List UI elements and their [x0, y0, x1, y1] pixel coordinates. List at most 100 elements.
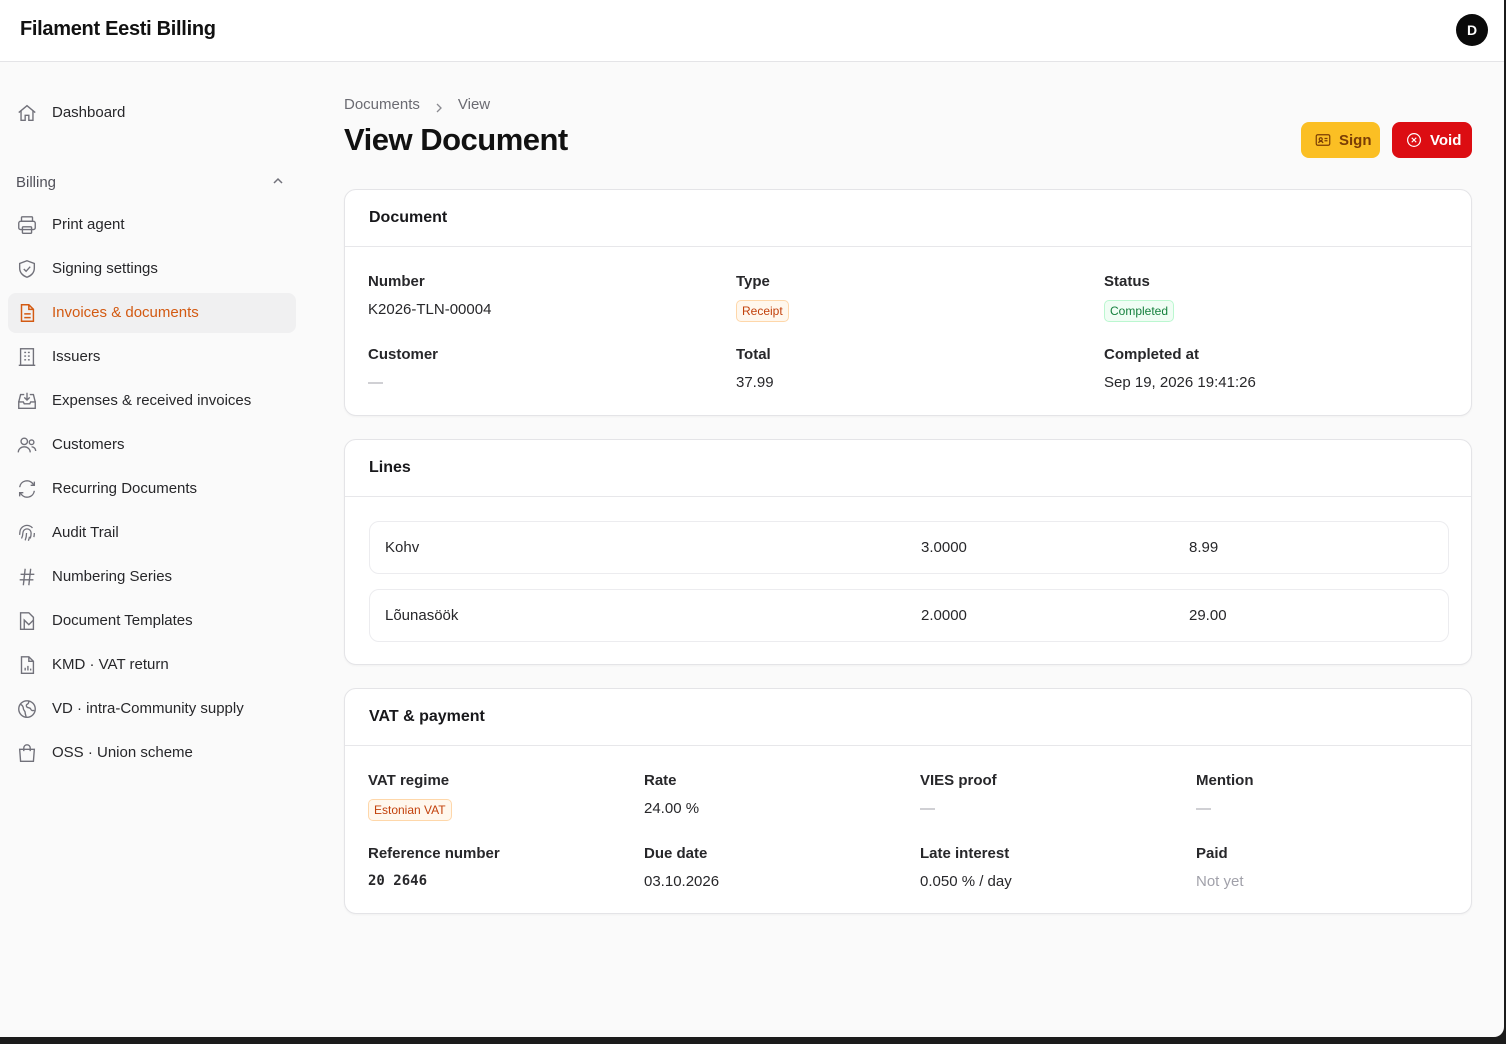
field-label: VIES proof [920, 772, 997, 789]
sign-button[interactable]: Sign [1301, 122, 1380, 158]
field-reference-number: Reference number 20 2646 [368, 845, 500, 889]
field-due-date: Due date 03.10.2026 [644, 845, 719, 890]
id-card-icon [1315, 134, 1331, 146]
field-value: Not yet [1196, 873, 1244, 890]
shopping-bag-icon [16, 742, 38, 764]
app-title[interactable]: Filament Eesti Billing [20, 18, 216, 41]
sidebar-item-issuers[interactable]: Issuers [8, 337, 296, 377]
sidebar-item-label: KMD · VAT return [52, 656, 169, 673]
sidebar-item-signing-settings[interactable]: Signing settings [8, 249, 296, 289]
list-item[interactable]: Kohv 3.0000 8.99 [369, 521, 1449, 574]
sidebar-item-expenses[interactable]: Expenses & received invoices [8, 381, 296, 421]
line-name: Kohv [385, 539, 420, 556]
sidebar-item-document-templates[interactable]: Document Templates [8, 601, 296, 641]
breadcrumb-current: View [457, 96, 491, 113]
field-value: — [920, 800, 935, 817]
sidebar-item-vd-intra-community[interactable]: VD · intra-Community supply [8, 689, 296, 729]
x-circle-icon [1407, 133, 1421, 147]
line-name: Lõunasöök [385, 607, 459, 624]
sidebar-item-oss-union-scheme[interactable]: OSS · Union scheme [8, 733, 296, 773]
sidebar-item-kmd-vat-return[interactable]: KMD · VAT return [8, 645, 296, 685]
type-badge: Receipt [736, 300, 789, 322]
top-bar: Filament Eesti Billing D [0, 0, 1504, 62]
field-value: 20 2646 [368, 873, 428, 889]
field-value: — [368, 374, 383, 391]
field-value: 24.00 % [644, 800, 700, 817]
vat-regime-badge: Estonian VAT [368, 799, 452, 821]
field-value: 0.050 % / day [920, 873, 1012, 890]
field-label: Mention [1196, 772, 1254, 789]
field-mention: Mention — [1196, 772, 1254, 817]
field-value: 37.99 [736, 374, 774, 391]
field-value: 03.10.2026 [644, 873, 720, 890]
sidebar-item-label: Invoices & documents [52, 304, 199, 321]
inbox-download-icon [16, 390, 38, 412]
refresh-icon [16, 478, 38, 500]
sidebar-item-label: Audit Trail [52, 524, 119, 541]
sidebar-item-numbering-series[interactable]: Numbering Series [8, 557, 296, 597]
field-label: Status [1104, 273, 1150, 290]
field-completed-at: Completed at Sep 19, 2026 19:41:26 [1104, 346, 1256, 391]
field-number: Number K2026-TLN-00004 [368, 273, 491, 318]
field-rate: Rate 24.00 % [644, 772, 699, 817]
avatar[interactable]: D [1456, 14, 1488, 46]
field-label: Paid [1196, 845, 1228, 862]
field-value: K2026-TLN-00004 [368, 301, 492, 318]
status-badge: Completed [1104, 300, 1175, 322]
chevron-right-icon [434, 100, 444, 112]
chevron-up-icon[interactable] [270, 173, 286, 189]
printer-icon [16, 214, 38, 236]
document-icon [16, 302, 38, 324]
sidebar-item-label: Print agent [52, 216, 125, 233]
breadcrumb: Documents View [344, 96, 490, 113]
field-label: VAT regime [368, 772, 450, 789]
sidebar-item-recurring-documents[interactable]: Recurring Documents [8, 469, 296, 509]
field-status: Status Completed [1104, 273, 1175, 322]
sidebar-item-invoices-documents[interactable]: Invoices & documents [8, 293, 296, 333]
home-icon [16, 102, 38, 124]
sidebar-item-label: Dashboard [52, 104, 126, 121]
field-label: Total [736, 346, 771, 363]
void-button[interactable]: Void [1392, 122, 1472, 158]
card-heading: Document [345, 190, 1471, 247]
field-label: Due date [644, 845, 708, 862]
void-button-label: Void [1430, 131, 1462, 149]
breadcrumb-link-documents[interactable]: Documents [344, 96, 420, 113]
field-label: Reference number [368, 845, 500, 862]
field-label: Completed at [1104, 346, 1200, 363]
list-item[interactable]: Lõunasöök 2.0000 29.00 [369, 589, 1449, 642]
fingerprint-icon [16, 522, 38, 544]
document-card: Document Number K2026-TLN-00004 Type Rec… [344, 189, 1472, 416]
document-template-icon [16, 610, 38, 632]
line-quantity: 2.0000 [921, 607, 967, 624]
sidebar-item-label: Numbering Series [52, 568, 173, 585]
sidebar-item-label: OSS · Union scheme [52, 744, 193, 761]
page-title: View Document [344, 122, 568, 157]
building-icon [16, 346, 38, 368]
field-late-interest: Late interest 0.050 % / day [920, 845, 1012, 890]
shield-check-icon [16, 258, 38, 280]
sidebar-item-customers[interactable]: Customers [8, 425, 296, 465]
field-label: Type [736, 273, 770, 290]
sidebar-item-label: Recurring Documents [52, 480, 198, 497]
vat-payment-card: VAT & payment VAT regime Estonian VAT Ra… [344, 688, 1472, 914]
sidebar-item-audit-trail[interactable]: Audit Trail [8, 513, 296, 553]
field-label: Customer [368, 346, 439, 363]
field-label: Late interest [920, 845, 1010, 862]
sign-button-label: Sign [1339, 131, 1372, 149]
sidebar-item-label: Expenses & received invoices [52, 392, 252, 409]
field-total: Total 37.99 [736, 346, 774, 391]
field-vies-proof: VIES proof — [920, 772, 997, 817]
field-label: Number [368, 273, 425, 290]
card-heading: VAT & payment [345, 689, 1471, 746]
hashtag-icon [16, 566, 38, 588]
field-paid: Paid Not yet [1196, 845, 1244, 890]
field-vat-regime: VAT regime Estonian VAT [368, 772, 452, 821]
sidebar-item-label: Customers [52, 436, 125, 453]
sidebar-item-print-agent[interactable]: Print agent [8, 205, 296, 245]
sidebar-item-label: Document Templates [52, 612, 193, 629]
sidebar-item-dashboard[interactable]: Dashboard [8, 93, 296, 133]
users-icon [16, 434, 38, 456]
lines-card: Lines Kohv 3.0000 8.99 Lõunasöök 2.0000 … [344, 439, 1472, 665]
sidebar-item-label: Issuers [52, 348, 101, 365]
